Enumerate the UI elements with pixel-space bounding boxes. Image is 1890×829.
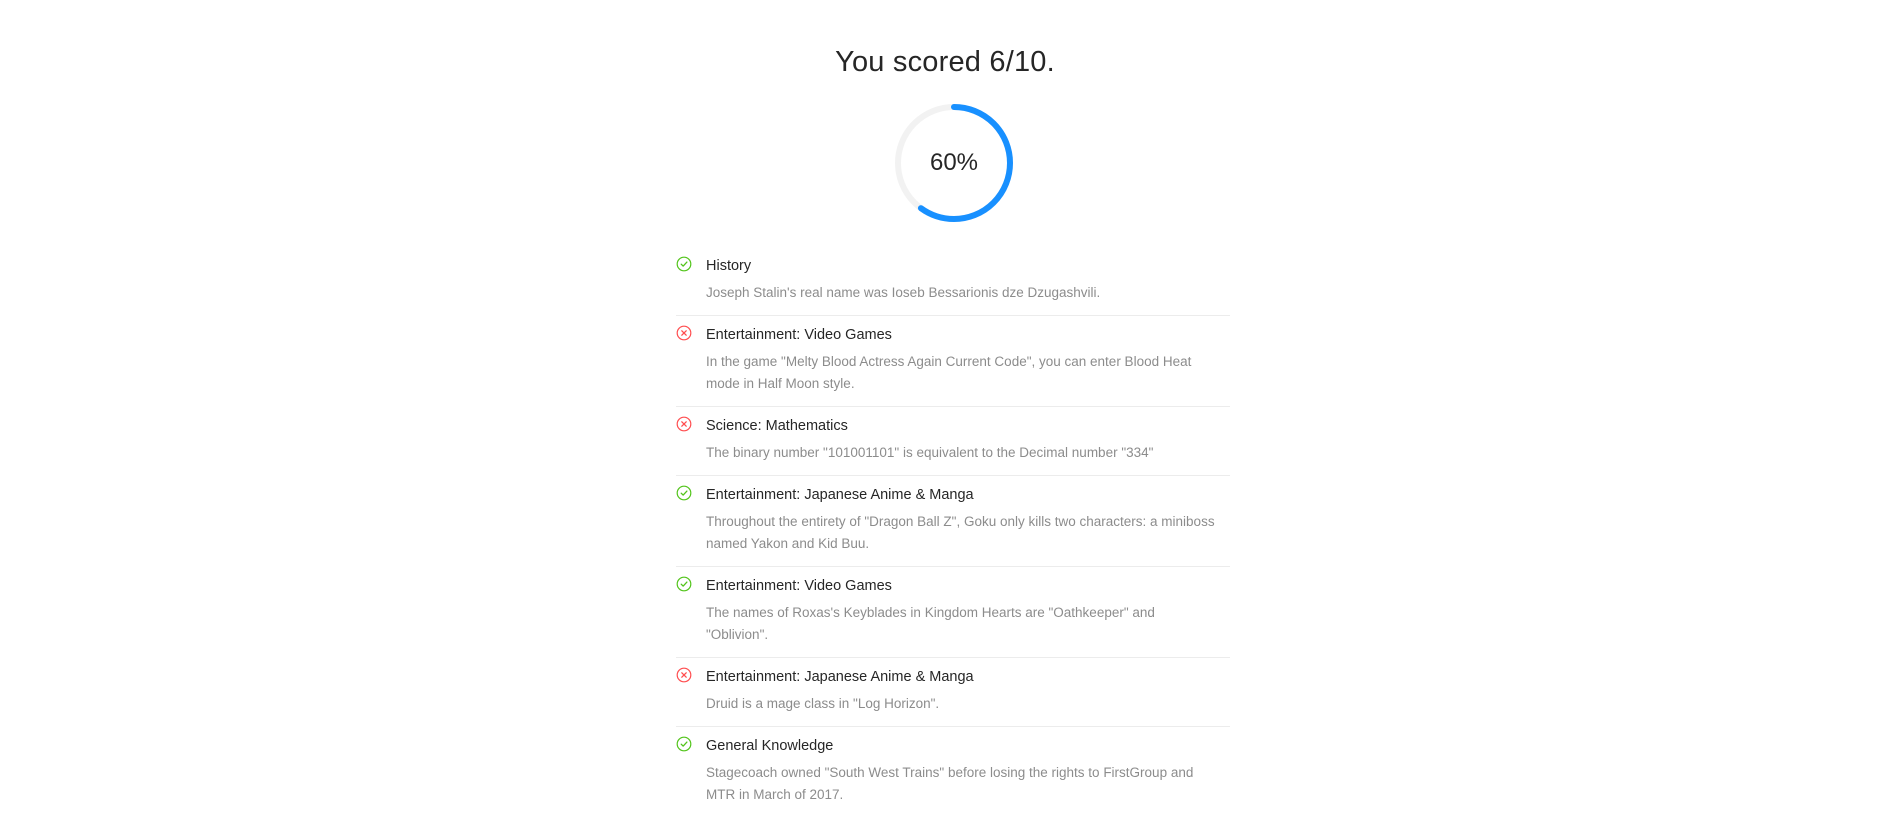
check-circle-icon [676, 576, 692, 592]
results-list: History Joseph Stalin's real name was Ios… [676, 248, 1230, 817]
result-category: Science: Mathematics [706, 418, 848, 434]
result-question: In the game "Melty Blood Actress Again C… [706, 354, 1192, 391]
result-question: Stagecoach owned "South West Trains" bef… [706, 765, 1194, 802]
result-question: Joseph Stalin's real name was Ioseb Bess… [706, 285, 1101, 300]
check-circle-icon [676, 256, 692, 272]
result-category: General Knowledge [706, 738, 834, 754]
result-category: Entertainment: Japanese Anime & Manga [706, 669, 974, 685]
check-circle-icon [676, 736, 692, 752]
check-circle-icon [676, 485, 692, 501]
result-item: Entertainment: Video Games In the game "M… [676, 316, 1230, 407]
close-circle-icon [676, 667, 692, 683]
results-page: You scored 6/10. 60% History Joseph Stali… [0, 0, 1890, 829]
result-item: General Knowledge Stagecoach owned "South… [676, 727, 1230, 817]
close-circle-icon [676, 416, 692, 432]
score-progress-circle: 60% [894, 103, 1014, 223]
result-item: Science: Mathematics The binary number "1… [676, 407, 1230, 476]
result-item: Entertainment: Japanese Anime & Manga Dru… [676, 658, 1230, 727]
result-item: History Joseph Stalin's real name was Ios… [676, 248, 1230, 316]
result-category: Entertainment: Japanese Anime & Manga [706, 487, 974, 503]
result-question: Druid is a mage class in "Log Horizon". [706, 696, 940, 711]
progress-percent-label: 60% [929, 149, 979, 176]
score-title: You scored 6/10. [835, 46, 1055, 78]
close-circle-icon [676, 325, 692, 341]
result-question: The binary number "101001101" is equival… [706, 445, 1154, 460]
result-category: Entertainment: Video Games [706, 327, 892, 343]
result-category: Entertainment: Video Games [706, 578, 892, 594]
result-question: The names of Roxas's Keyblades in Kingdo… [706, 605, 1155, 642]
result-item: Entertainment: Japanese Anime & Manga Thr… [676, 476, 1230, 567]
result-question: Throughout the entirety of "Dragon Ball … [706, 514, 1215, 551]
result-item: Entertainment: Video Games The names of R… [676, 567, 1230, 658]
result-category: History [706, 258, 752, 274]
